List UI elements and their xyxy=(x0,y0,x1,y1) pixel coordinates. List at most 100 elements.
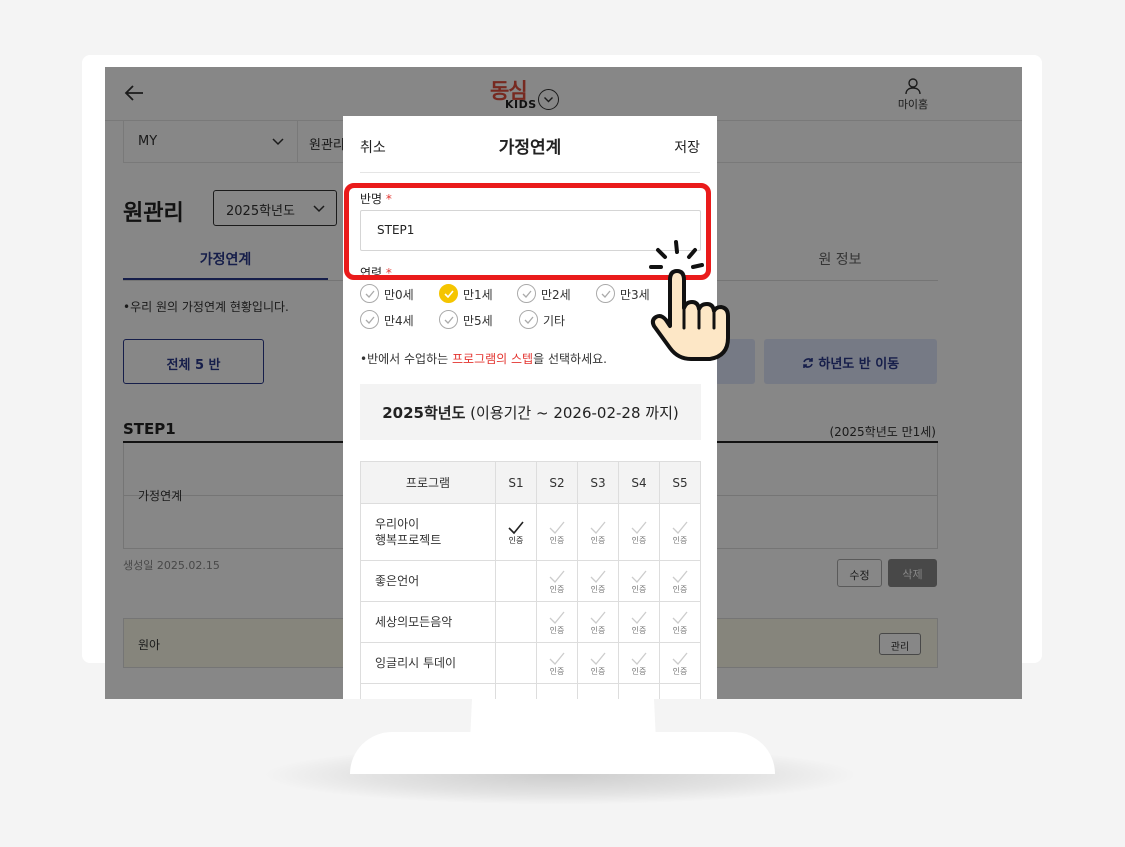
cert-label: 인증 xyxy=(631,584,647,594)
step-cell: 인증 xyxy=(618,560,660,602)
step-toggle[interactable]: 인증 xyxy=(583,519,613,546)
table-header: S2 xyxy=(536,461,578,504)
cert-label: 인증 xyxy=(590,535,606,545)
table-row: 잉글리시 투데이 인증 인증 인증 인증 xyxy=(360,642,701,684)
check-icon xyxy=(590,570,606,583)
step-toggle[interactable]: 인증 xyxy=(665,568,695,595)
table-header: S5 xyxy=(659,461,701,504)
age-option-label: 만2세 xyxy=(541,288,571,302)
check-icon xyxy=(549,611,565,624)
check-icon xyxy=(549,652,565,665)
table-row: 세상의모든음악 인증 인증 인증 인증 xyxy=(360,601,701,643)
program-name xyxy=(360,683,496,699)
step-cell: 인증 xyxy=(577,560,619,602)
step-cell-empty xyxy=(495,560,537,602)
cert-label: 인증 xyxy=(672,584,688,594)
step-cell: 인증 xyxy=(536,503,578,561)
cert-label: 인증 xyxy=(508,535,524,545)
step-toggle[interactable]: 인증 xyxy=(665,609,695,636)
period-range: (이용기간 ~ 2026-02-28 까지) xyxy=(465,404,679,422)
cert-label: 인증 xyxy=(631,535,647,545)
table-header-row: 프로그램 S1 S2 S3 S4 S5 xyxy=(360,461,701,504)
step-toggle[interactable]: 인증 xyxy=(583,568,613,595)
check-icon xyxy=(672,652,688,665)
age-option-label: 만1세 xyxy=(463,288,493,302)
step-toggle[interactable]: 인증 xyxy=(542,609,572,636)
table-header: S4 xyxy=(618,461,660,504)
step-cell: 인증 xyxy=(577,642,619,684)
step-toggle[interactable]: 인증 xyxy=(501,519,531,546)
step-toggle[interactable]: 인증 xyxy=(583,650,613,677)
step-toggle[interactable]: 인증 xyxy=(624,568,654,595)
step-toggle[interactable]: 인증 xyxy=(542,568,572,595)
program-name: 세상의모든음악 xyxy=(360,601,496,643)
check-circle-icon xyxy=(517,284,536,303)
step-toggle[interactable]: 인증 xyxy=(624,519,654,546)
step-toggle[interactable]: 인증 xyxy=(583,609,613,636)
modal-title: 가정연계 xyxy=(498,138,562,158)
cert-label: 인증 xyxy=(672,666,688,676)
check-icon xyxy=(631,521,647,534)
period-year: 2025학년도 xyxy=(382,404,466,422)
program-step-table: 프로그램 S1 S2 S3 S4 S5 우리아이행복프로젝트 인증 인증 인증 … xyxy=(360,461,701,699)
step-cell-empty xyxy=(659,683,701,699)
check-icon xyxy=(549,570,565,583)
age-option-label: 만3세 xyxy=(620,288,650,302)
program-name: 잉글리시 투데이 xyxy=(360,642,496,684)
cert-label: 인증 xyxy=(549,625,565,635)
table-header: S1 xyxy=(495,461,537,504)
step-toggle[interactable]: 인증 xyxy=(624,650,654,677)
table-header: S3 xyxy=(577,461,619,504)
check-circle-icon xyxy=(360,284,379,303)
check-icon xyxy=(549,521,565,534)
cert-label: 인증 xyxy=(590,584,606,594)
step-toggle[interactable]: 인증 xyxy=(665,650,695,677)
step-cell: 인증 xyxy=(536,601,578,643)
check-circle-icon xyxy=(596,284,615,303)
table-row: 우리아이행복프로젝트 인증 인증 인증 인증 인증 xyxy=(360,503,701,561)
check-icon xyxy=(590,652,606,665)
step-notice-post: 을 선택하세요. xyxy=(533,352,607,366)
check-icon xyxy=(590,611,606,624)
step-notice: •반에서 수업하는 프로그램의 스텝을 선택하세요. xyxy=(360,350,607,367)
cancel-button[interactable]: 취소 xyxy=(360,137,386,157)
step-cell-empty xyxy=(495,601,537,643)
check-circle-icon xyxy=(360,310,379,329)
cert-label: 인증 xyxy=(590,625,606,635)
step-toggle[interactable]: 인증 xyxy=(624,609,654,636)
step-toggle[interactable]: 인증 xyxy=(665,519,695,546)
program-name-line: 우리아이 xyxy=(375,517,420,531)
check-circle-icon xyxy=(439,310,458,329)
program-name: 좋은언어 xyxy=(360,560,496,602)
step-cell: 인증 xyxy=(659,601,701,643)
step-toggle[interactable]: 인증 xyxy=(542,650,572,677)
cert-label: 인증 xyxy=(672,535,688,545)
step-cell: 인증 xyxy=(618,503,660,561)
program-name-line: 행복프로젝트 xyxy=(375,533,442,547)
age-option-label: 만4세 xyxy=(384,314,414,328)
check-icon xyxy=(631,611,647,624)
step-cell-empty xyxy=(577,683,619,699)
step-cell: 인증 xyxy=(536,642,578,684)
check-icon xyxy=(672,611,688,624)
check-icon xyxy=(631,570,647,583)
save-button[interactable]: 저장 xyxy=(674,137,700,157)
step-cell: 인증 xyxy=(577,503,619,561)
step-notice-highlight: 프로그램의 스텝 xyxy=(452,352,534,366)
modal-header-divider xyxy=(360,172,700,173)
period-box: 2025학년도 (이용기간 ~ 2026-02-28 까지) xyxy=(360,384,701,440)
step-cell: 인증 xyxy=(659,642,701,684)
step-cell: 인증 xyxy=(618,601,660,643)
check-circle-icon xyxy=(519,310,538,329)
check-icon xyxy=(508,520,524,534)
table-row: 좋은언어 인증 인증 인증 인증 xyxy=(360,560,701,602)
check-icon xyxy=(590,521,606,534)
step-toggle[interactable]: 인증 xyxy=(542,519,572,546)
table-row xyxy=(360,683,701,699)
step-cell-empty xyxy=(495,642,537,684)
step-cell: 인증 xyxy=(577,601,619,643)
age-option-label: 만0세 xyxy=(384,288,414,302)
step-notice-pre: •반에서 수업하는 xyxy=(360,352,452,366)
step-cell: 인증 xyxy=(659,560,701,602)
cert-label: 인증 xyxy=(590,666,606,676)
